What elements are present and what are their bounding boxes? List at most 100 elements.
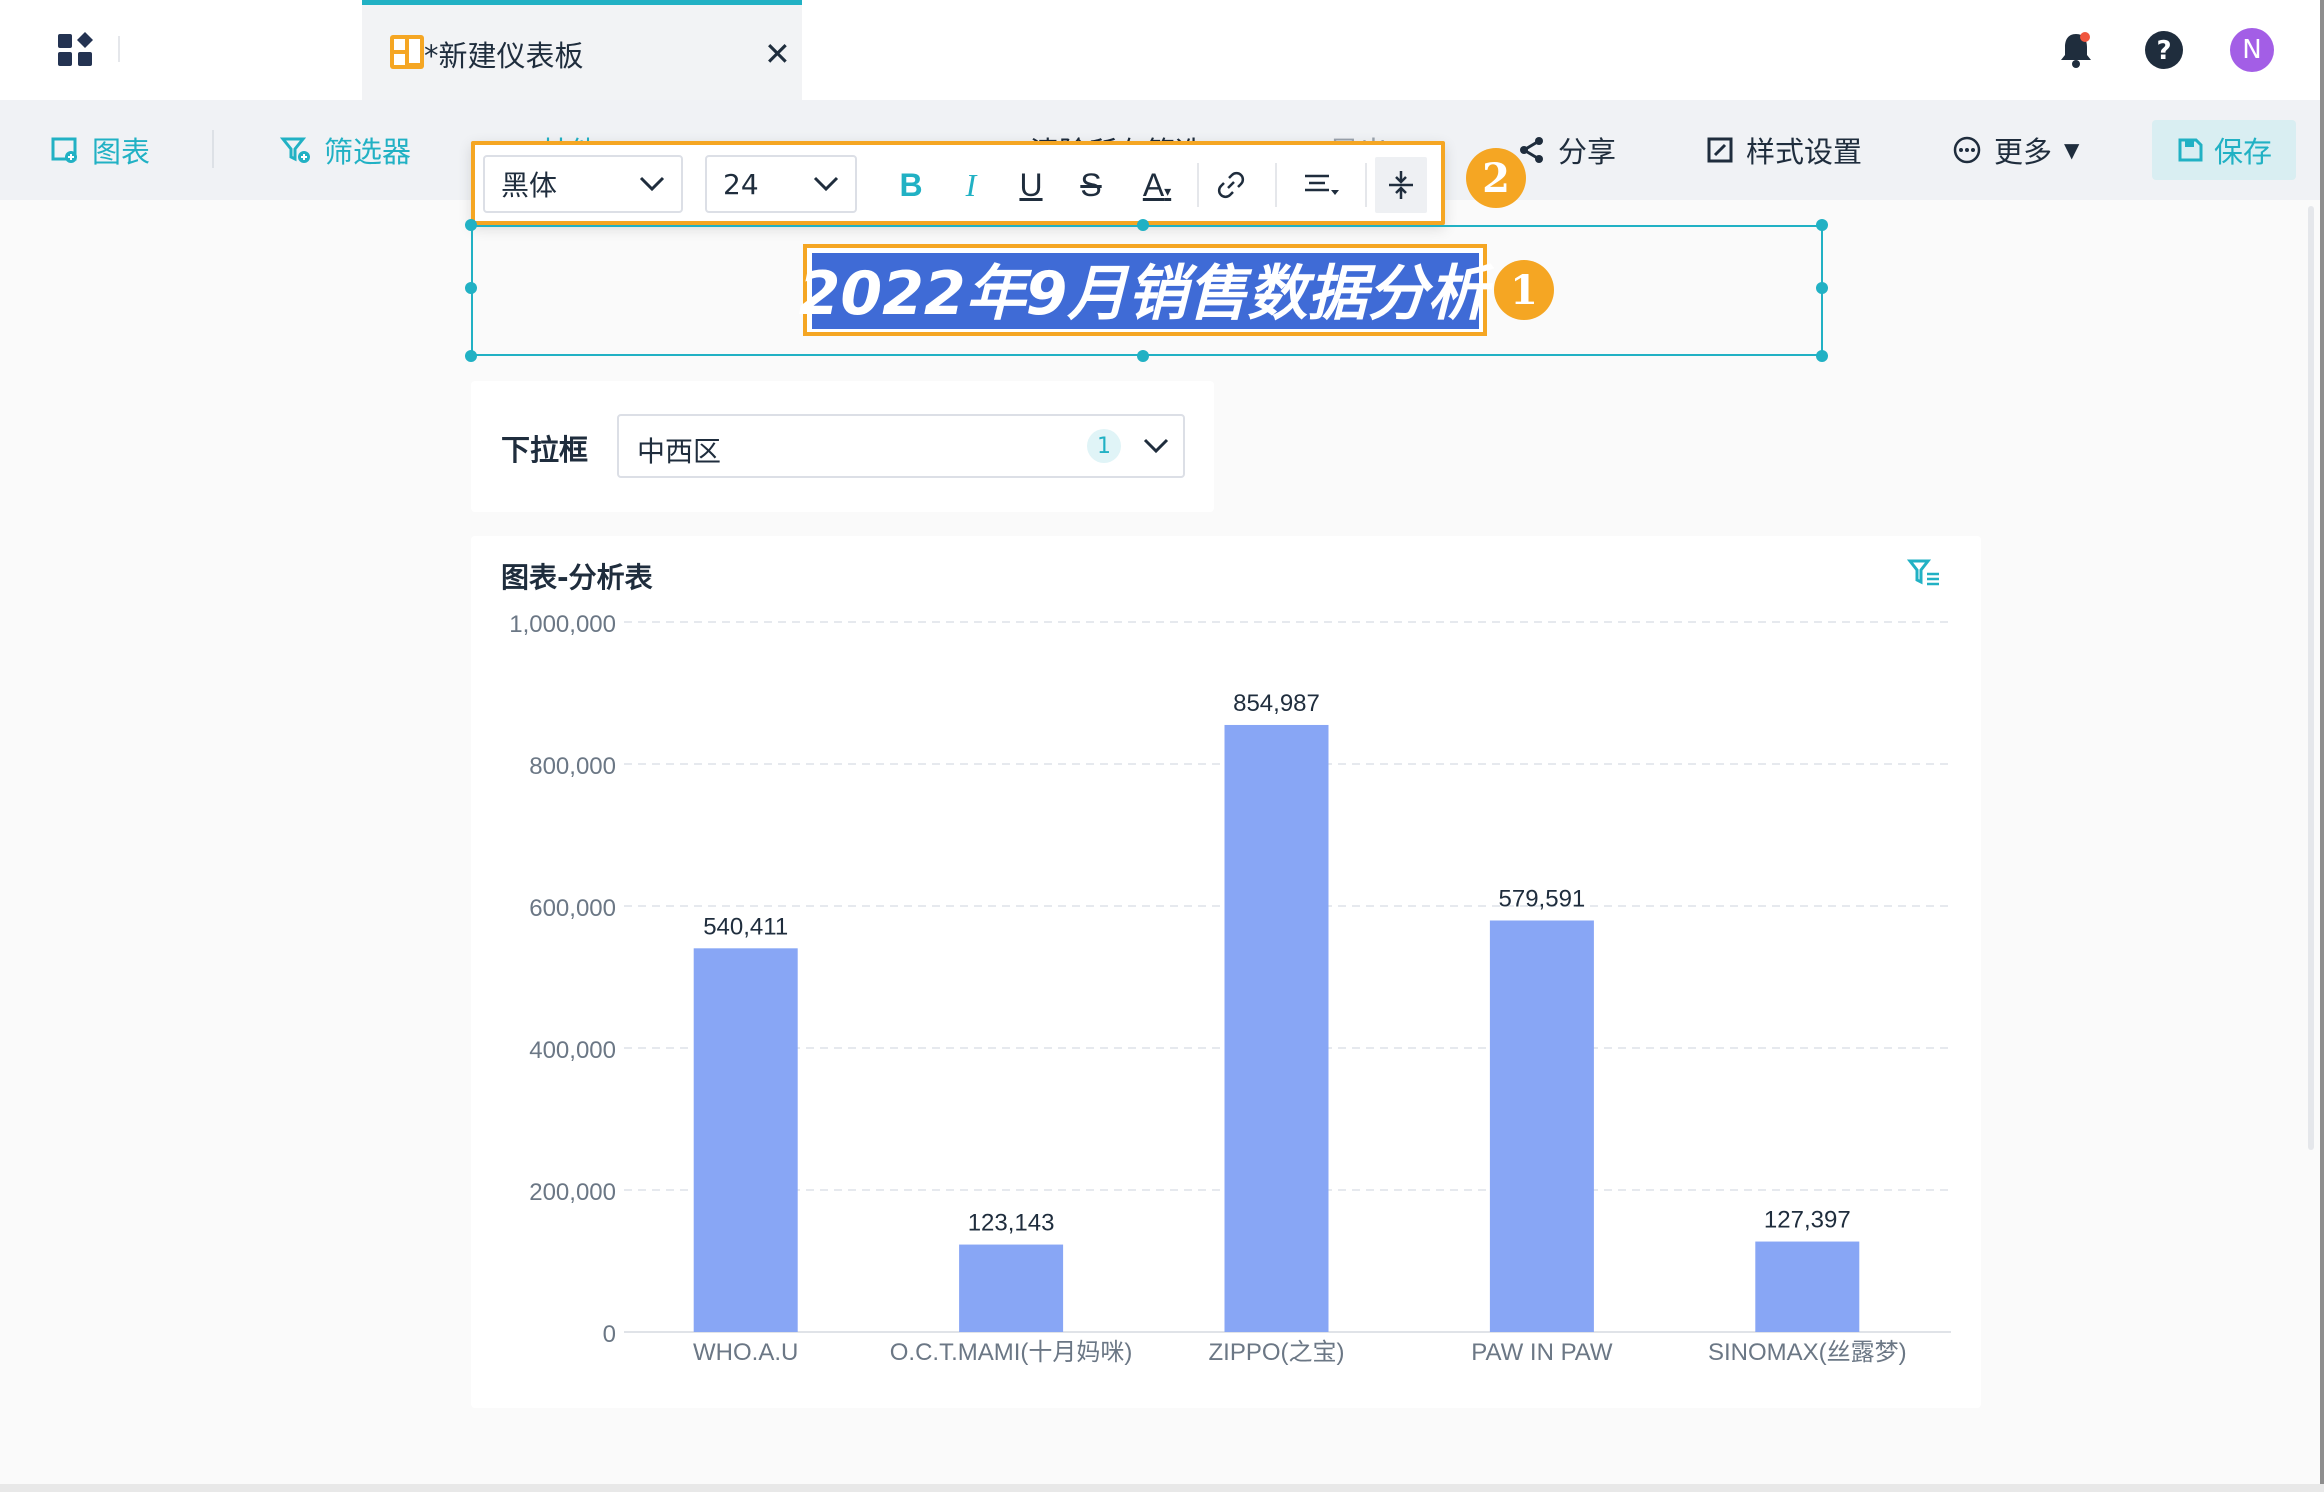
add-chart-button[interactable]: 图表 <box>50 100 150 200</box>
y-tick-label: 800,000 <box>529 753 616 780</box>
bell-icon[interactable] <box>2054 28 2098 72</box>
data-label: 540,411 <box>703 913 788 940</box>
bold-icon: B <box>899 166 923 203</box>
underline-button[interactable]: U <box>1005 157 1057 213</box>
more-label: 更多 <box>1994 135 2053 169</box>
close-icon[interactable]: ✕ <box>764 35 791 73</box>
rich-text-toolbar: 黑体 24 B I U S A▾ <box>471 141 1445 225</box>
y-tick-label: 200,000 <box>529 1179 616 1206</box>
annotation-badge-1: 1 <box>1494 260 1554 320</box>
chart-filter-icon[interactable] <box>1907 556 1941 590</box>
chart-card: 图表-分析表 0 200,000 400,000 600,000 800,000 1,00… <box>471 536 1981 1408</box>
resize-handle[interactable] <box>465 282 477 294</box>
resize-handle[interactable] <box>465 219 477 231</box>
font-size-select[interactable]: 24 <box>705 155 857 213</box>
bold-button[interactable]: B <box>885 157 937 213</box>
underline-icon: U <box>1019 166 1043 203</box>
chart-title: 图表-分析表 <box>501 561 653 594</box>
share-button[interactable]: 分享 <box>1518 100 1616 200</box>
window-bottom-edge <box>0 1484 2324 1492</box>
tab-label: *新建仪表板 <box>424 39 584 73</box>
x-tick-label: SINOMAX(丝露梦) <box>1708 1339 1907 1366</box>
chevron-down-icon <box>1143 438 1169 454</box>
font-color-icon: A▾ <box>1142 166 1172 203</box>
region-dropdown[interactable]: 中西区 1 <box>617 414 1185 478</box>
data-label: 123,143 <box>968 1210 1055 1237</box>
save-icon <box>2178 138 2203 162</box>
y-tick-label: 0 <box>603 1321 616 1348</box>
filter-label: 筛选器 <box>324 135 412 169</box>
italic-button[interactable]: I <box>945 157 997 213</box>
data-label: 854,987 <box>1233 690 1320 717</box>
y-tick-label: 1,000,000 <box>509 611 616 638</box>
x-tick-label: WHO.A.U <box>693 1339 798 1366</box>
bar-chart: 0 200,000 400,000 600,000 800,000 1,000,000 54… <box>509 611 1951 1366</box>
save-button[interactable]: 保存 <box>2152 120 2296 180</box>
resize-handle[interactable] <box>1816 282 1828 294</box>
save-label: 保存 <box>2213 135 2272 169</box>
toolbar-divider <box>1275 163 1277 207</box>
svg-text:?: ? <box>2156 36 2171 66</box>
toolbar-divider <box>212 130 214 168</box>
data-label: 127,397 <box>1764 1207 1851 1234</box>
chevron-down-icon <box>639 176 665 192</box>
selected-count-badge: 1 <box>1087 429 1121 463</box>
font-family-select[interactable]: 黑体 <box>483 155 683 213</box>
more-icon <box>1953 136 1981 164</box>
filter-label: 下拉框 <box>501 433 589 467</box>
tab-dashboard[interactable]: *新建仪表板 ✕ <box>362 0 802 100</box>
header-divider <box>118 36 120 62</box>
font-color-button[interactable]: A▾ <box>1131 157 1183 213</box>
resize-handle[interactable] <box>1816 350 1828 362</box>
x-tick-label: PAW IN PAW <box>1471 1339 1613 1366</box>
window-edge <box>2320 0 2324 1492</box>
dropdown-value: 中西区 <box>637 435 722 468</box>
title-highlight: 2022年9月销售数据分析 <box>799 244 1488 336</box>
apps-icon[interactable] <box>56 30 96 70</box>
share-icon <box>1520 137 1543 163</box>
caret-down-icon: ▼ <box>2064 138 2080 162</box>
more-button[interactable]: 更多 ▼ <box>1952 100 2079 200</box>
chart-label: 图表 <box>92 135 151 169</box>
bar[interactable] <box>1224 724 1329 1332</box>
filter-add-icon <box>280 137 310 163</box>
font-family-value: 黑体 <box>501 169 558 202</box>
page-scrollbar[interactable] <box>2308 206 2314 1150</box>
align-button[interactable] <box>1295 157 1347 213</box>
toolbar-divider <box>1365 163 1367 207</box>
resize-handle[interactable] <box>1137 219 1149 231</box>
style-icon <box>1707 137 1733 163</box>
link-button[interactable] <box>1205 157 1257 213</box>
link-icon <box>1217 171 1245 199</box>
line-spacing-icon <box>1389 171 1413 199</box>
top-header: *新建仪表板 ✕ ? N <box>0 0 2324 100</box>
line-spacing-button[interactable] <box>1375 157 1427 213</box>
y-tick-label: 600,000 <box>529 895 616 922</box>
chevron-down-icon <box>813 176 839 192</box>
dashboard-icon <box>390 35 424 69</box>
dashboard-title[interactable]: 2022年9月销售数据分析 <box>799 250 1488 329</box>
bar[interactable] <box>1755 1241 1860 1332</box>
y-tick-label: 400,000 <box>529 1037 616 1064</box>
bar[interactable] <box>693 948 798 1332</box>
bar[interactable] <box>959 1244 1064 1332</box>
annotation-badge-2: 2 <box>1466 148 1526 208</box>
resize-handle[interactable] <box>465 350 477 362</box>
align-icon <box>1305 174 1339 195</box>
filter-card: 下拉框 中西区 1 <box>471 381 1214 512</box>
resize-handle[interactable] <box>1137 350 1149 362</box>
style-settings-button[interactable]: 样式设置 <box>1706 100 1862 200</box>
help-icon[interactable]: ? <box>2142 28 2186 72</box>
style-label: 样式设置 <box>1746 135 1863 169</box>
bar[interactable] <box>1489 920 1594 1332</box>
strikethrough-button[interactable]: S <box>1065 157 1117 213</box>
toolbar-divider <box>1197 163 1199 207</box>
chart-add-icon <box>51 137 77 163</box>
x-tick-label: ZIPPO(之宝) <box>1209 1339 1345 1366</box>
add-filter-button[interactable]: 筛选器 <box>280 100 411 200</box>
share-label: 分享 <box>1558 135 1617 169</box>
avatar[interactable]: N <box>2230 28 2274 72</box>
data-label: 579,591 <box>1499 885 1586 912</box>
resize-handle[interactable] <box>1816 219 1828 231</box>
font-size-value: 24 <box>723 167 759 201</box>
